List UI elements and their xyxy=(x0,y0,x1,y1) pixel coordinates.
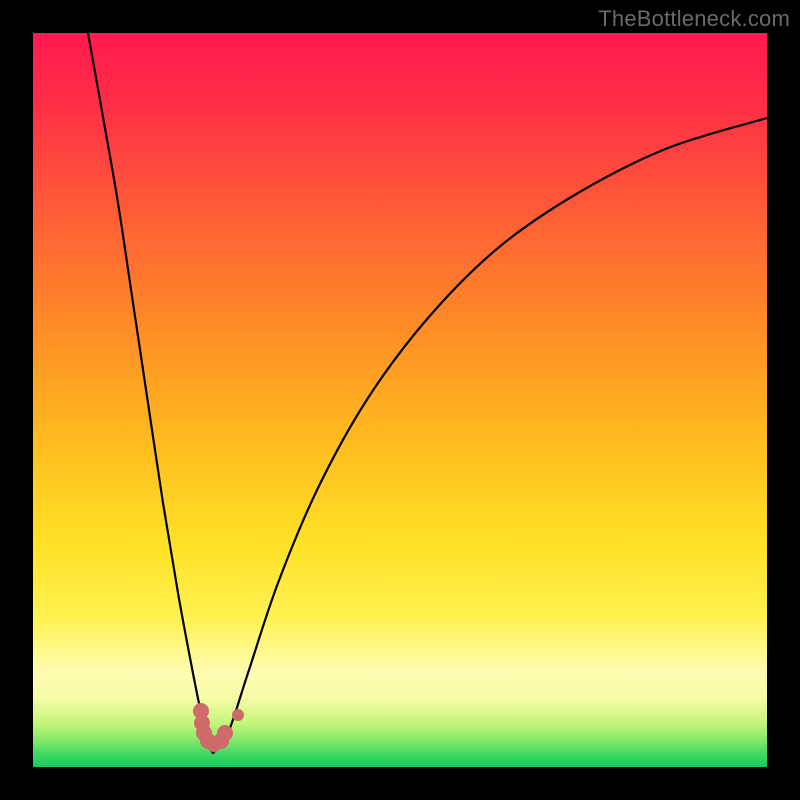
watermark-text: TheBottleneck.com xyxy=(598,6,790,32)
chart-svg xyxy=(33,33,767,767)
valley-marker-dot xyxy=(217,725,233,741)
plot-area xyxy=(33,33,767,767)
valley-marker-dot xyxy=(232,709,244,721)
gradient-background xyxy=(33,33,767,767)
frame: TheBottleneck.com xyxy=(0,0,800,800)
